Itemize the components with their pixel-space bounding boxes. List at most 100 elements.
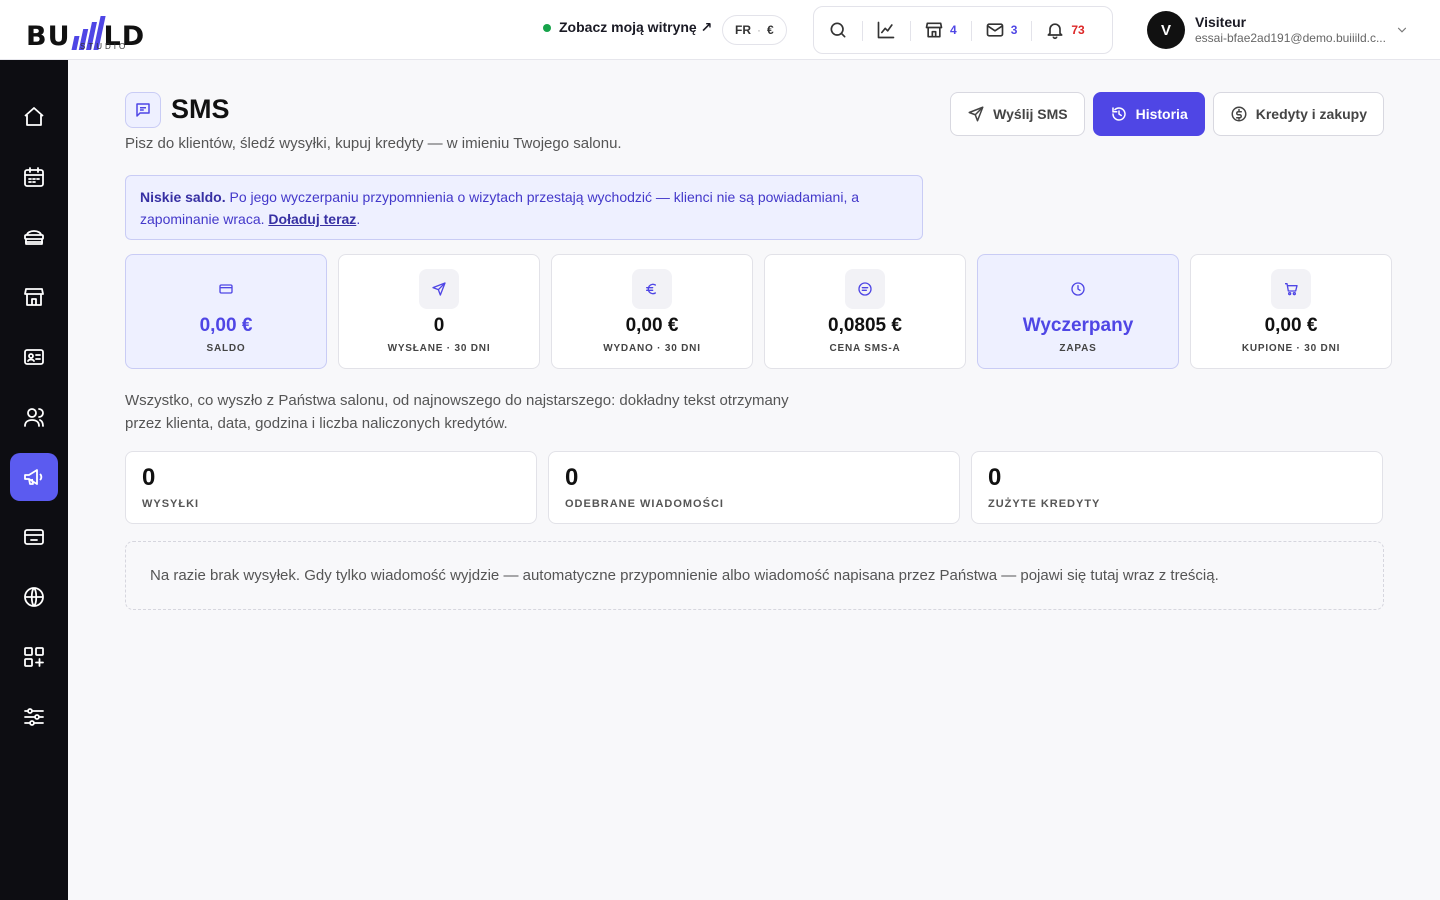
services-icon [24, 230, 44, 245]
counter-label: ODEBRANE WIADOMOŚCI [565, 498, 724, 510]
home-icon [24, 107, 44, 126]
store-button[interactable]: 4 [910, 7, 971, 53]
sidebar-item-website[interactable] [10, 573, 58, 621]
credits-purchases-button[interactable]: Kredyty i zakupy [1212, 92, 1384, 136]
stat-value: Wyczerpany [1022, 315, 1134, 336]
counter-received: 0 ODEBRANE WIADOMOŚCI [548, 451, 960, 524]
stat-label: KUPIONE · 30 DNI [1241, 343, 1341, 354]
page-title: SMS [171, 94, 230, 124]
stat-label: ZAPAS [1059, 343, 1097, 354]
notifications-button[interactable]: 73 [1031, 7, 1098, 53]
send-icon [968, 106, 984, 122]
language-code: FR [735, 23, 751, 37]
user-name: Visiteur [1195, 14, 1247, 30]
sidebar-item-home[interactable] [10, 93, 58, 141]
clock-icon [1071, 282, 1085, 296]
history-button[interactable]: Historia [1092, 92, 1205, 136]
store-count: 4 [950, 23, 957, 37]
stat-card-sent: 0 WYSŁANE · 30 DNI [338, 254, 540, 369]
stat-label: WYSŁANE · 30 DNI [387, 343, 491, 354]
counter-label: WYSYŁKI [142, 498, 200, 510]
sidebar-item-store[interactable] [10, 273, 58, 321]
stat-value: 0,00 € [1264, 315, 1318, 336]
logo[interactable]: BU LD STUDIO [26, 8, 186, 52]
user-email: essai-bfae2ad191@demo.buiiild.c... [1195, 31, 1386, 45]
history-counters: 0 WYSYŁKI 0 ODEBRANE WIADOMOŚCI 0 ZUŻYTE… [125, 451, 1383, 524]
users-icon [24, 408, 44, 427]
stat-card-price: 0,0805 € CENA SMS-A [764, 254, 966, 369]
send-sms-label: Wyślij SMS [993, 106, 1068, 122]
logo-word-left: BU [26, 21, 71, 52]
coin-icon [1231, 106, 1247, 122]
stat-card-purchased: 0,00 € KUPIONE · 30 DNI [1190, 254, 1392, 369]
stat-label: WYDANO · 30 DNI [603, 343, 701, 354]
message-circle-icon [858, 282, 872, 296]
sidebar-item-services[interactable] [10, 213, 58, 261]
sidebar-item-calendar[interactable] [10, 153, 58, 201]
stats-row: 0,00 € SALDO 0 WYSŁANE · 30 DNI 0,00 € W… [125, 254, 1392, 369]
empty-state: Na razie brak wysyłek. Gdy tylko wiadomo… [125, 541, 1384, 610]
counter-sends: 0 WYSYŁKI [125, 451, 537, 524]
user-menu[interactable]: V Visiteur essai-bfae2ad191@demo.buiiild… [1147, 11, 1407, 49]
stat-value: 0,00 € [199, 315, 253, 336]
chevron-down-icon [1397, 27, 1407, 33]
mail-count: 3 [1010, 23, 1018, 37]
stat-value: 0,0805 € [828, 315, 902, 336]
stat-label: SALDO [206, 343, 246, 354]
sidebar [0, 60, 68, 900]
sidebar-item-settings[interactable] [10, 693, 58, 741]
top-bar: BU LD STUDIO Zobacz moją witrynę ↗ FR · … [0, 0, 1440, 60]
stat-value: 0 [433, 315, 445, 336]
sidebar-item-users[interactable] [10, 393, 58, 441]
stats-button[interactable] [862, 7, 910, 53]
view-site-link[interactable]: Zobacz moją witrynę ↗ [543, 19, 712, 36]
search-button[interactable] [814, 7, 862, 53]
credits-purchases-label: Kredyty i zakupy [1255, 106, 1367, 122]
empty-state-text: Na razie brak wysyłek. Gdy tylko wiadomo… [150, 567, 1219, 584]
counter-value: 0 [988, 464, 1002, 491]
language-currency-switch[interactable]: FR · € [722, 15, 787, 45]
message-square-icon [136, 103, 150, 117]
notifications-count: 73 [1071, 23, 1085, 37]
sidebar-item-marketing[interactable] [10, 453, 58, 501]
send-sms-button[interactable]: Wyślij SMS [950, 92, 1085, 136]
logo-subtitle: STUDIO [80, 42, 129, 51]
history-description: Wszystko, co wyszło z Państwa salonu, od… [125, 392, 789, 432]
history-label: Historia [1135, 106, 1188, 122]
counter-value: 0 [142, 464, 156, 491]
stat-card-reserve: Wyczerpany ZAPAS [977, 254, 1179, 369]
payment-icon [24, 529, 44, 545]
online-status-dot [543, 23, 551, 32]
view-site-label: Zobacz moją witrynę ↗ [559, 19, 713, 35]
contacts-icon [24, 349, 44, 365]
bell-icon [1047, 23, 1063, 40]
counter-credits-used: 0 ZUŻYTE KREDYTY [971, 451, 1383, 524]
counter-label: ZUŻYTE KREDYTY [988, 498, 1101, 510]
store-icon [24, 288, 44, 306]
avatar: V [1147, 11, 1185, 49]
low-balance-alert: Niskie saldo. Po jego wyczerpaniu przypo… [125, 175, 923, 240]
chart-icon [877, 21, 895, 39]
mail-button[interactable]: 3 [970, 7, 1032, 53]
globe-icon [24, 587, 44, 607]
card-icon [219, 284, 233, 294]
stat-value: 0,00 € [625, 315, 679, 336]
alert-end: . [356, 211, 361, 227]
stat-card-balance: 0,00 € SALDO [125, 254, 327, 369]
page-actions: Wyślij SMS Historia Kredyty i zakupy [950, 92, 1384, 136]
euro-icon [646, 283, 656, 295]
sidebar-item-apps[interactable] [10, 633, 58, 681]
top-up-link[interactable]: Doładuj teraz [268, 211, 356, 227]
send-icon [432, 282, 446, 296]
calendar-icon [24, 167, 44, 187]
sms-title-badge [125, 92, 161, 128]
currency-symbol: € [767, 23, 774, 37]
alert-strong: Niskie saldo. [140, 189, 226, 205]
sidebar-item-payments[interactable] [10, 513, 58, 561]
page-subtitle: Pisz do klientów, śledź wysyłki, kupuj k… [125, 135, 622, 152]
megaphone-icon [24, 469, 43, 485]
sidebar-item-contacts[interactable] [10, 333, 58, 381]
stat-card-spent: 0,00 € WYDANO · 30 DNI [551, 254, 753, 369]
apps-icon [24, 647, 44, 667]
store-icon [925, 22, 943, 38]
